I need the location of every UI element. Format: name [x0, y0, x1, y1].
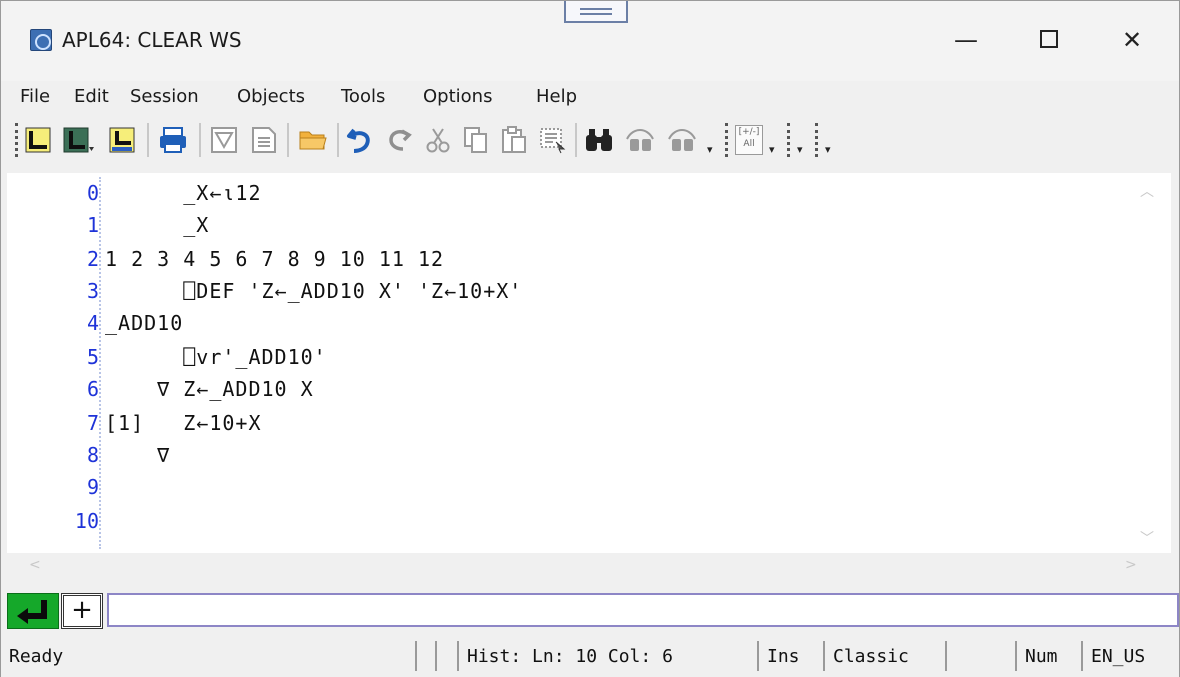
- find-next-icon[interactable]: [665, 125, 699, 155]
- toolbar-overflow-icon[interactable]: ▾: [769, 143, 775, 156]
- status-divider: [457, 641, 459, 671]
- scroll-up-arrow-icon[interactable]: ︿: [1140, 181, 1154, 201]
- toolbar-grip[interactable]: [15, 123, 18, 157]
- session-line[interactable]: [1] Z←10+X: [105, 411, 262, 435]
- minimize-button[interactable]: —: [943, 19, 989, 61]
- line-number: 3: [86, 279, 99, 303]
- line-number: 7: [86, 411, 99, 435]
- status-ready: Ready: [9, 646, 64, 667]
- session-editor[interactable]: 0 1 2 3 4 5 6 7 8 9 10 _X←⍳12 _X 1 2 3 4…: [7, 173, 1171, 553]
- session-line[interactable]: ⎕DEF 'Z←_ADD10 X' 'Z←10+X': [105, 279, 522, 303]
- command-input[interactable]: [107, 593, 1179, 627]
- menu-objects[interactable]: Objects: [237, 86, 305, 107]
- status-insert-mode: Ins: [767, 646, 800, 667]
- toolbar-overflow-icon[interactable]: ▾: [797, 143, 803, 156]
- gutter-divider: [99, 177, 101, 549]
- new-function-icon[interactable]: [23, 125, 53, 155]
- status-divider: [757, 641, 759, 671]
- line-number: 1: [86, 213, 99, 237]
- toolbar-overflow-icon[interactable]: ▾: [825, 143, 831, 156]
- execute-button[interactable]: [7, 593, 59, 629]
- apl-window: APL64: CLEAR WS — ✕ File Edit Session Ob…: [0, 0, 1180, 677]
- horizontal-scrollbar[interactable]: < >: [7, 553, 1171, 583]
- session-line[interactable]: ∇: [105, 443, 170, 467]
- scroll-right-arrow-icon[interactable]: >: [1125, 557, 1137, 573]
- paste-icon[interactable]: [499, 125, 529, 155]
- line-number: 0: [86, 181, 99, 205]
- menu-bar: File Edit Session Objects Tools Options …: [1, 81, 1179, 115]
- status-locale: EN_US: [1091, 646, 1146, 667]
- find-prev-icon[interactable]: [623, 125, 657, 155]
- new-operator-icon[interactable]: [107, 125, 137, 155]
- scroll-left-arrow-icon[interactable]: <: [29, 557, 41, 573]
- status-divider: [1081, 641, 1083, 671]
- edit-page-icon[interactable]: [249, 125, 279, 155]
- status-divider: [945, 641, 947, 671]
- toolbar-grip[interactable]: [787, 123, 790, 157]
- session-line[interactable]: 1 2 3 4 5 6 7 8 9 10 11 12: [105, 247, 444, 271]
- menu-help[interactable]: Help: [536, 86, 577, 107]
- status-num-lock: Num: [1025, 646, 1058, 667]
- toggle-label-top: [+/-]: [738, 127, 760, 137]
- new-variable-icon[interactable]: [61, 125, 99, 155]
- toolbar-grip[interactable]: [815, 123, 818, 157]
- line-number: 9: [86, 475, 99, 499]
- toolbar-separator: [287, 123, 289, 157]
- toolbar-separator: [575, 123, 577, 157]
- status-divider: [823, 641, 825, 671]
- maximize-icon: [1040, 30, 1058, 48]
- status-keyboard-layout: Classic: [833, 646, 909, 667]
- redo-icon[interactable]: [385, 125, 415, 155]
- edit-del-icon[interactable]: [209, 125, 239, 155]
- menu-options[interactable]: Options: [423, 86, 492, 107]
- session-line[interactable]: _X: [105, 213, 209, 237]
- line-number: 2: [86, 247, 99, 271]
- dock-grip-handle[interactable]: [564, 1, 628, 23]
- select-all-icon[interactable]: [537, 125, 567, 155]
- menu-session[interactable]: Session: [130, 86, 199, 107]
- status-bar: Ready Hist: Ln: 10 Col: 6 Ins Classic Nu…: [1, 637, 1179, 677]
- toggle-label-bottom: All: [743, 139, 755, 149]
- menu-tools[interactable]: Tools: [341, 86, 385, 107]
- session-line[interactable]: _X←⍳12: [105, 181, 262, 205]
- find-icon[interactable]: [583, 125, 615, 155]
- line-number: 10: [74, 509, 99, 533]
- status-divider: [415, 641, 417, 671]
- status-divider: [1015, 641, 1017, 671]
- toolbar-grip[interactable]: [725, 123, 728, 157]
- cut-icon[interactable]: [423, 125, 453, 155]
- line-number: 4: [86, 311, 99, 335]
- session-line[interactable]: ∇ Z←_ADD10 X: [105, 377, 314, 401]
- session-line[interactable]: ⎕vr'_ADD10': [105, 345, 327, 369]
- toolbar-overflow-icon[interactable]: ▾: [707, 143, 713, 156]
- line-number-gutter: 0 1 2 3 4 5 6 7 8 9 10: [7, 173, 99, 553]
- toolbar: ▾ [+/-] All ▾ ▾ ▾: [1, 115, 1179, 165]
- window-title: APL64: CLEAR WS: [62, 28, 242, 52]
- maximize-button[interactable]: [1026, 19, 1072, 61]
- toolbar-separator: [199, 123, 201, 157]
- toolbar-separator: [337, 123, 339, 157]
- print-icon[interactable]: [157, 125, 189, 155]
- expand-input-button[interactable]: +: [61, 593, 103, 629]
- status-divider: [435, 641, 437, 671]
- close-button[interactable]: ✕: [1109, 19, 1155, 61]
- copy-icon[interactable]: [461, 125, 491, 155]
- menu-edit[interactable]: Edit: [74, 86, 109, 107]
- menu-file[interactable]: File: [20, 86, 50, 107]
- status-history-position: Hist: Ln: 10 Col: 6: [467, 646, 673, 667]
- scroll-down-arrow-icon[interactable]: ﹀: [1140, 528, 1154, 548]
- app-icon[interactable]: [30, 29, 52, 51]
- line-number: 8: [86, 443, 99, 467]
- input-row: +: [1, 591, 1179, 631]
- session-line[interactable]: _ADD10: [105, 311, 183, 335]
- undo-icon[interactable]: [345, 125, 377, 155]
- open-folder-icon[interactable]: [297, 125, 329, 155]
- toggle-sign-icon[interactable]: [+/-] All: [735, 125, 763, 155]
- enter-arrow-icon: [17, 600, 47, 624]
- title-bar[interactable]: APL64: CLEAR WS — ✕: [1, 1, 1179, 81]
- line-number: 5: [86, 345, 99, 369]
- toolbar-separator: [147, 123, 149, 157]
- line-number: 6: [86, 377, 99, 401]
